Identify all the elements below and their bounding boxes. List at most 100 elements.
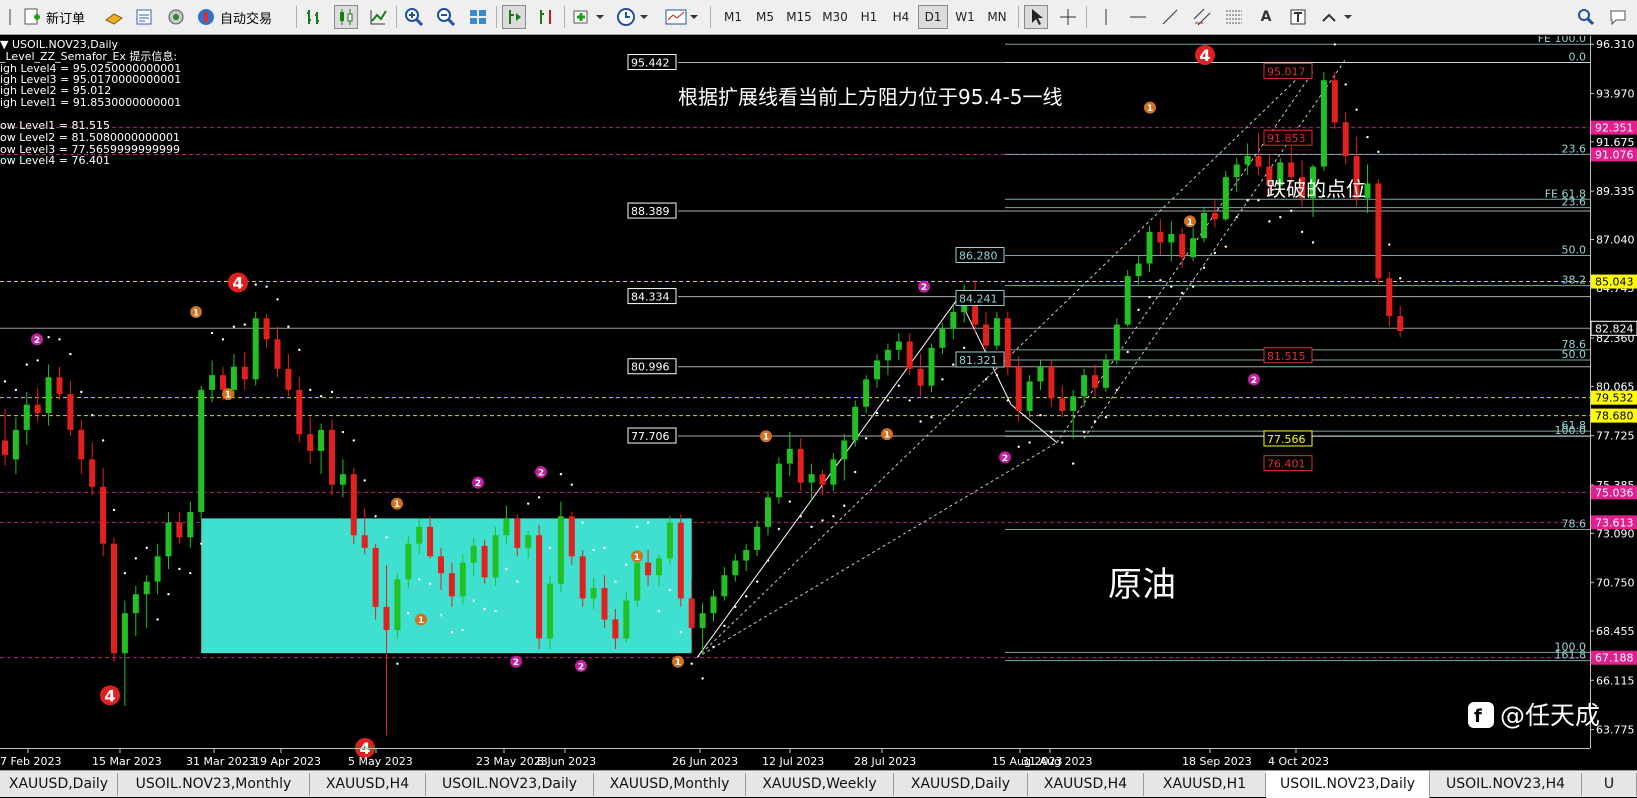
sar-dot	[200, 542, 203, 545]
data-window-button[interactable]	[132, 5, 156, 29]
candle-body	[1386, 278, 1393, 317]
sar-dot	[254, 283, 257, 286]
timeframe-d1[interactable]: D1	[918, 5, 948, 29]
tile-windows-button[interactable]	[466, 5, 490, 29]
mid-level-label-text: 81.321	[959, 354, 998, 367]
timeframe-w1[interactable]: W1	[950, 5, 980, 29]
timeframe-h4[interactable]: H4	[886, 5, 916, 29]
candle-body	[590, 587, 597, 599]
price-chart[interactable]: 95.442 88.389 84.334 80.996 77.706 86.280 84.2…	[0, 36, 1637, 769]
indicators-button[interactable]	[570, 5, 608, 29]
candle-body	[634, 562, 641, 601]
candle	[1375, 179, 1382, 285]
sar-dot	[1148, 296, 1151, 299]
horizontal-line-icon	[1130, 16, 1146, 18]
chart-tab[interactable]: XAUUSD,Daily	[0, 773, 118, 796]
chart-tab[interactable]: USOIL.NOV23,Daily	[426, 773, 594, 796]
chart-tab[interactable]: XAUUSD,Weekly	[746, 773, 894, 796]
candlestick-button[interactable]	[334, 5, 358, 29]
sar-dot	[505, 567, 508, 571]
timeframe-m15[interactable]: M15	[782, 5, 816, 29]
sar-dot	[14, 388, 18, 392]
candle-body	[1113, 324, 1120, 361]
vertical-line-button[interactable]	[1094, 5, 1118, 29]
chart-tab-active[interactable]: USOIL.NOV23,Daily	[1266, 771, 1430, 798]
info-line: igh Level1 = 91.8530000000001	[0, 96, 181, 109]
fibonacci-button[interactable]	[1222, 5, 1246, 29]
new-order-button[interactable]: 新订单	[22, 5, 98, 29]
chart-tab[interactable]: U	[1582, 773, 1637, 796]
candle-body	[797, 448, 804, 483]
chart-tab[interactable]: XAUUSD,Monthly	[594, 773, 746, 796]
chart-tab[interactable]: XAUUSD,H4	[1028, 773, 1144, 796]
sar-dot	[396, 662, 399, 665]
candle-body	[666, 522, 673, 559]
sar-dot	[134, 557, 137, 560]
candle-body	[481, 545, 488, 578]
candle-body	[100, 486, 107, 544]
candle	[666, 516, 673, 565]
zoom-out-button[interactable]	[434, 5, 458, 29]
sar-dot	[483, 607, 486, 611]
semafor-label: 4	[1199, 46, 1210, 65]
templates-button[interactable]	[662, 5, 702, 29]
timeframe-mn[interactable]: MN	[982, 5, 1012, 29]
cursor-tool-button[interactable]	[1024, 5, 1048, 29]
candle-body	[1124, 276, 1131, 325]
sar-dot	[265, 285, 268, 288]
right-level-label: 81.515	[1263, 347, 1313, 364]
bar-chart-button[interactable]	[302, 5, 326, 29]
autoscroll-button[interactable]	[502, 5, 526, 29]
candle-body	[1255, 156, 1262, 167]
timeframe-m30[interactable]: M30	[818, 5, 852, 29]
candle-body	[1244, 156, 1251, 165]
candle-body	[296, 389, 303, 435]
search-button[interactable]	[1574, 5, 1598, 29]
line-chart-button[interactable]	[366, 5, 390, 29]
price-highlight-label: 75.036	[1595, 486, 1634, 499]
sar-dot	[766, 559, 770, 562]
candle-body	[808, 474, 815, 483]
sar-dot	[1388, 243, 1391, 246]
semafor-label: 2	[475, 479, 481, 489]
candle	[1331, 71, 1338, 129]
semafor-label: 2	[921, 283, 927, 293]
timeframe-m1[interactable]: M1	[718, 5, 748, 29]
autotrade-button[interactable]: 自动交易	[196, 5, 288, 29]
date-tick-label: 12 Jul 2023	[762, 755, 824, 768]
candle-body	[23, 404, 30, 430]
indicators-icon	[573, 10, 604, 24]
navigator-button[interactable]	[164, 5, 188, 29]
chart-shift-button[interactable]	[534, 5, 558, 29]
horizontal-line-button[interactable]	[1126, 5, 1150, 29]
candle-body	[1026, 381, 1033, 411]
sar-dot	[636, 525, 639, 529]
arrows-button[interactable]	[1318, 5, 1356, 29]
sar-dot	[1377, 150, 1380, 154]
left-level-label-text: 77.706	[631, 430, 670, 443]
chart-tab[interactable]: XAUUSD,H1	[1144, 773, 1266, 796]
chart-tab[interactable]: XAUUSD,H4	[310, 773, 426, 796]
zoom-in-button[interactable]	[402, 5, 426, 29]
right-level-label: 77.566	[1263, 430, 1313, 447]
chat-button[interactable]	[1606, 5, 1634, 29]
date-tick-label: 31 Mar 2023	[186, 755, 256, 768]
channel-button[interactable]	[1190, 5, 1214, 29]
chart-tab[interactable]: USOIL.NOV23,Monthly	[118, 773, 310, 796]
timeframe-m5[interactable]: M5	[750, 5, 780, 29]
candle-body	[1157, 231, 1164, 243]
timeframe-h1[interactable]: H1	[854, 5, 884, 29]
candle-body	[111, 543, 117, 654]
sar-dot	[1137, 308, 1140, 312]
crosshair-button[interactable]	[1056, 5, 1080, 29]
zoom-in-icon	[405, 8, 424, 27]
chart-tab[interactable]: USOIL.NOV23,H4	[1430, 773, 1582, 796]
trendline-button[interactable]	[1158, 5, 1182, 29]
market-watch-button[interactable]	[102, 5, 126, 29]
text-tool-button[interactable]: A	[1254, 5, 1278, 29]
chart-tab[interactable]: XAUUSD,Daily	[894, 773, 1028, 796]
sar-dot	[221, 338, 225, 341]
periods-button[interactable]	[614, 5, 652, 29]
price-tick-label: 91.675	[1596, 136, 1635, 149]
text-label-button[interactable]	[1286, 5, 1310, 29]
